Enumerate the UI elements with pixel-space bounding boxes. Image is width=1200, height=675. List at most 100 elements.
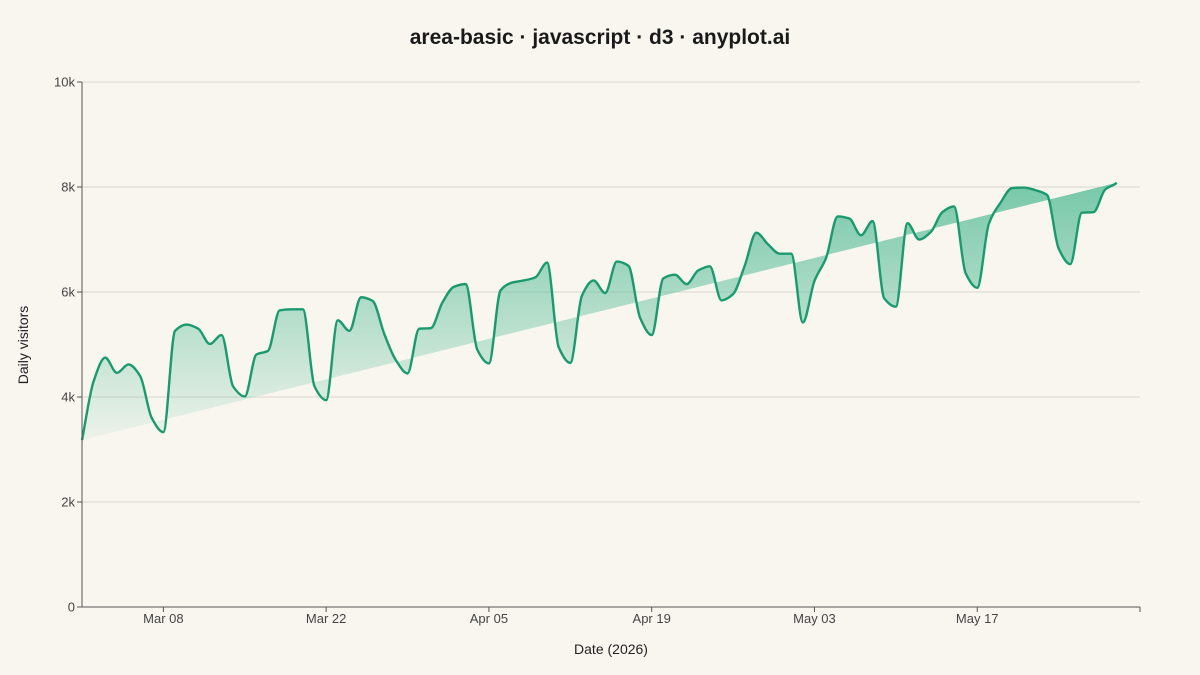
data-point bbox=[522, 278, 526, 282]
data-point bbox=[650, 333, 654, 337]
data-point bbox=[871, 219, 875, 223]
data-point bbox=[987, 222, 991, 226]
data-point bbox=[557, 345, 561, 349]
data-point bbox=[371, 299, 375, 303]
x-axis-ticks: Mar 08 Mar 22 Apr 05 Apr 19 May 03 May 17 bbox=[143, 607, 1141, 626]
data-point bbox=[289, 307, 293, 311]
data-point bbox=[324, 398, 328, 402]
data-point bbox=[545, 261, 549, 265]
data-point bbox=[615, 260, 619, 264]
data-point bbox=[719, 298, 723, 302]
data-point bbox=[754, 231, 758, 235]
data-point bbox=[801, 320, 805, 324]
data-point bbox=[1091, 210, 1095, 214]
data-point bbox=[278, 308, 282, 312]
x-tick-label: May 03 bbox=[793, 611, 836, 626]
data-point bbox=[626, 264, 630, 268]
data-point bbox=[696, 268, 700, 272]
data-point bbox=[487, 361, 491, 365]
data-point bbox=[952, 204, 956, 208]
data-point bbox=[975, 286, 979, 290]
data-point bbox=[1068, 262, 1072, 266]
data-point bbox=[592, 278, 596, 282]
data-point bbox=[266, 349, 270, 353]
data-point bbox=[905, 221, 909, 225]
data-point bbox=[452, 285, 456, 289]
data-point bbox=[243, 394, 247, 398]
x-axis-label: Date (2026) bbox=[574, 641, 648, 657]
data-point bbox=[1080, 211, 1084, 215]
data-point bbox=[685, 282, 689, 286]
chart-container: area-basic · javascript · d3 · anyplot.a… bbox=[0, 0, 1200, 675]
data-point bbox=[812, 279, 816, 283]
data-point bbox=[638, 316, 642, 320]
x-tick-label: Mar 08 bbox=[143, 611, 183, 626]
data-point bbox=[964, 271, 968, 275]
data-point bbox=[417, 327, 421, 331]
x-tick-label: May 17 bbox=[956, 611, 999, 626]
data-point bbox=[254, 352, 258, 356]
x-tick-label: Mar 22 bbox=[306, 611, 346, 626]
data-point bbox=[185, 323, 189, 327]
data-point bbox=[708, 264, 712, 268]
data-point bbox=[347, 329, 351, 333]
data-point bbox=[836, 214, 840, 218]
data-point bbox=[103, 356, 107, 360]
y-axis-ticks: 0 2k 4k 6k 8k 10k bbox=[54, 75, 82, 615]
area-fill bbox=[82, 182, 1117, 441]
data-point bbox=[1010, 186, 1014, 190]
data-point bbox=[382, 332, 386, 336]
data-point bbox=[533, 275, 537, 279]
data-point bbox=[1138, 0, 1142, 2]
data-point bbox=[778, 252, 782, 256]
data-point bbox=[673, 273, 677, 277]
data-point bbox=[580, 294, 584, 298]
data-point bbox=[661, 276, 665, 280]
data-point bbox=[220, 333, 224, 337]
data-point bbox=[406, 371, 410, 375]
data-point bbox=[1126, 162, 1130, 166]
data-point bbox=[231, 385, 235, 389]
area-chart: area-basic · javascript · d3 · anyplot.a… bbox=[15, 0, 1142, 657]
data-point bbox=[766, 242, 770, 246]
chart-title: area-basic · javascript · d3 · anyplot.a… bbox=[410, 26, 790, 49]
data-point bbox=[1103, 188, 1107, 192]
data-point bbox=[859, 233, 863, 237]
data-point bbox=[847, 217, 851, 221]
data-point bbox=[824, 256, 828, 260]
data-point bbox=[161, 430, 165, 434]
data-point bbox=[359, 295, 363, 299]
data-point bbox=[894, 305, 898, 309]
data-point bbox=[998, 201, 1002, 205]
data-point bbox=[743, 264, 747, 268]
data-point bbox=[1115, 181, 1119, 185]
data-point bbox=[1057, 246, 1061, 250]
data-point bbox=[92, 379, 96, 383]
y-tick-label: 8k bbox=[61, 180, 75, 195]
data-point bbox=[138, 374, 142, 378]
data-point bbox=[173, 329, 177, 333]
data-point bbox=[440, 301, 444, 305]
data-point bbox=[150, 416, 154, 420]
y-tick-label: 4k bbox=[61, 390, 75, 405]
data-point bbox=[940, 210, 944, 214]
y-tick-label: 6k bbox=[61, 285, 75, 300]
data-point bbox=[127, 362, 131, 366]
y-tick-label: 10k bbox=[54, 75, 75, 90]
data-point bbox=[1045, 193, 1049, 197]
data-point bbox=[499, 288, 503, 292]
data-point bbox=[301, 307, 305, 311]
data-point bbox=[208, 342, 212, 346]
data-point bbox=[475, 348, 479, 352]
data-point bbox=[510, 281, 514, 285]
data-point bbox=[464, 282, 468, 286]
y-axis-label: Daily visitors bbox=[15, 306, 31, 385]
data-point bbox=[929, 230, 933, 234]
data-point bbox=[731, 292, 735, 296]
data-point bbox=[917, 238, 921, 242]
x-tick-label: Apr 19 bbox=[633, 611, 671, 626]
data-point bbox=[882, 296, 886, 300]
data-point bbox=[603, 291, 607, 295]
data-point bbox=[115, 371, 119, 375]
data-point bbox=[1022, 186, 1026, 190]
